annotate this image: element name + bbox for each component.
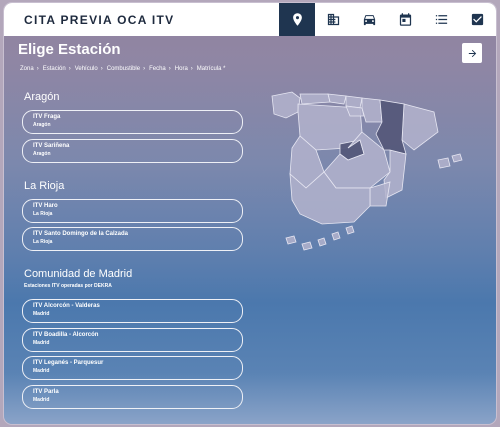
chevron-right-icon: › — [168, 66, 171, 72]
breadcrumb-item[interactable]: Estación › — [43, 66, 75, 72]
breadcrumb-item[interactable]: Vehículo › — [75, 66, 107, 72]
region-heading-madrid: Comunidad de Madrid — [24, 268, 133, 280]
chevron-right-icon: › — [190, 66, 193, 72]
station-name: ITV Fraga — [33, 114, 61, 120]
region-heading-aragon: Aragón — [24, 91, 60, 103]
page-title: Elige Estación — [18, 41, 121, 58]
map-region-galicia — [271, 91, 301, 119]
calendar-icon — [399, 13, 411, 26]
map-region-balearic-islands-minor — [451, 153, 463, 163]
top-bar: CITA PREVIA OCA ITV — [4, 3, 496, 36]
nav-station-button[interactable] — [315, 3, 351, 36]
breadcrumb-item[interactable]: Zona › — [20, 66, 43, 72]
breadcrumb-label: Zona — [20, 66, 34, 72]
nav-summary-button[interactable] — [423, 3, 459, 36]
next-step-button[interactable] — [462, 43, 482, 63]
station-name: ITV Boadilla - Alcorcón — [33, 332, 99, 338]
spain-region-map[interactable] — [266, 88, 471, 263]
nav-confirm-button[interactable] — [459, 3, 495, 36]
breadcrumb-label: Fecha — [149, 66, 166, 72]
station-region: Madrid — [33, 397, 50, 403]
chevron-right-icon: › — [100, 66, 103, 72]
station-name: ITV Alcorcón - Valderas — [33, 303, 100, 309]
car-icon — [363, 15, 375, 26]
map-region-catalonia — [401, 103, 439, 151]
station-item-fraga[interactable]: ITV Fraga Aragón — [22, 110, 243, 134]
app-window: CITA PREVIA OCA ITV Elige Estación Zona ›… — [4, 3, 496, 424]
station-name: ITV Leganés - Parquesur — [33, 360, 104, 366]
arrow-right-icon — [468, 49, 476, 57]
map-region-cantabria — [327, 93, 347, 105]
map-region-balearic-islands — [437, 157, 451, 169]
breadcrumb-label: Estación — [42, 66, 66, 72]
brand-title: CITA PREVIA OCA ITV — [24, 12, 175, 27]
station-item-leganes-parquesur[interactable]: ITV Leganés - Parquesur Madrid — [22, 356, 243, 380]
breadcrumb-item[interactable]: Hora › — [175, 66, 197, 72]
station-name: ITV Santo Domingo de la Calzada — [33, 231, 129, 237]
station-item-sarinena[interactable]: ITV Sariñena Aragón — [22, 139, 243, 163]
chevron-right-icon: › — [143, 66, 146, 72]
breadcrumb-label: Hora — [174, 66, 188, 72]
breadcrumb-item[interactable]: Combustible › — [107, 66, 149, 72]
station-region: Madrid — [33, 311, 50, 317]
checkbox-icon — [471, 13, 483, 26]
list-icon — [435, 15, 447, 24]
chevron-right-icon: › — [36, 66, 39, 72]
station-name: ITV Haro — [33, 203, 58, 209]
breadcrumb-item[interactable]: Fecha › — [149, 66, 175, 72]
map-region-navarra — [361, 97, 383, 123]
breadcrumb-item[interactable]: Matrícula * — [197, 66, 226, 72]
location-pin-icon — [292, 13, 302, 26]
region-subtitle-madrid: Estaciones ITV operadas por DEKRA — [24, 283, 112, 289]
station-item-alcorcon-valderas[interactable]: ITV Alcorcón - Valderas Madrid — [22, 299, 243, 323]
map-region-canary-islands — [285, 225, 355, 251]
map-region-aragon — [375, 99, 407, 155]
station-name: ITV Parla — [33, 389, 59, 395]
station-region: La Rioja — [33, 211, 53, 217]
map-region-asturias — [299, 93, 331, 105]
station-item-parla[interactable]: ITV Parla Madrid — [22, 385, 243, 409]
breadcrumb-label: Matrícula * — [196, 66, 226, 72]
station-region: Madrid — [33, 368, 50, 374]
breadcrumb-label: Combustible — [106, 66, 141, 72]
nav-location-button[interactable] — [279, 3, 315, 36]
station-name: ITV Sariñena — [33, 143, 70, 149]
chevron-right-icon: › — [68, 66, 71, 72]
station-item-boadilla-alcorcon[interactable]: ITV Boadilla - Alcorcón Madrid — [22, 328, 243, 352]
station-region: Aragón — [33, 122, 51, 128]
station-region: Madrid — [33, 340, 50, 346]
nav-vehicle-button[interactable] — [351, 3, 387, 36]
breadcrumb-label: Vehículo — [74, 66, 98, 72]
station-item-santo-domingo[interactable]: ITV Santo Domingo de la Calzada La Rioja — [22, 227, 243, 251]
building-icon — [327, 13, 339, 26]
region-heading-la-rioja: La Rioja — [24, 180, 65, 192]
station-region: La Rioja — [33, 239, 53, 245]
station-item-haro[interactable]: ITV Haro La Rioja — [22, 199, 243, 223]
nav-date-button[interactable] — [387, 3, 423, 36]
breadcrumb: Zona › Estación › Vehículo › Combustible › F… — [20, 66, 225, 72]
station-region: Aragón — [33, 151, 51, 157]
